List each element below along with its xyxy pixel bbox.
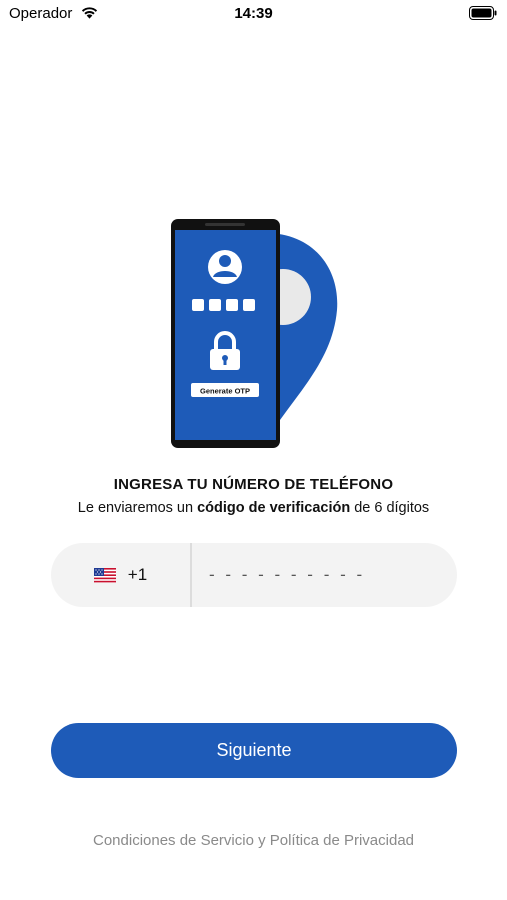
phone-number-field[interactable] [209,543,439,607]
generate-otp-label: Generate OTP [200,387,250,396]
subtitle-suffix: de 6 dígitos [350,500,430,516]
page-title: INGRESA TU NÚMERO DE TELÉFONO [113,476,394,493]
phone-number-input-group: +1 [51,543,457,607]
battery-icon [469,6,497,20]
dial-code: +1 [127,565,148,584]
next-button[interactable]: Siguiente [51,723,457,778]
terms-privacy-link[interactable]: Condiciones de Servicio y Política de Pr… [0,832,507,849]
verification-screen: Operador 14:39 Generate OTP INGRESA TU N… [0,0,507,900]
subtitle-prefix: Le enviaremos un [77,500,198,516]
status-time: 14:39 [234,5,273,22]
status-bar: Operador 14:39 [0,0,507,30]
generate-otp-badge: Generate OTP [191,383,259,397]
phone-otp-illustration: Generate OTP [171,219,338,448]
country-code-selector[interactable]: +1 [51,543,190,607]
user-avatar-icon [208,250,242,284]
subtitle-highlight: código de verificación [197,500,351,516]
input-divider [190,543,192,607]
page-subtitle: Le enviaremos un código de verificación … [0,500,507,516]
us-flag-icon [93,567,116,583]
